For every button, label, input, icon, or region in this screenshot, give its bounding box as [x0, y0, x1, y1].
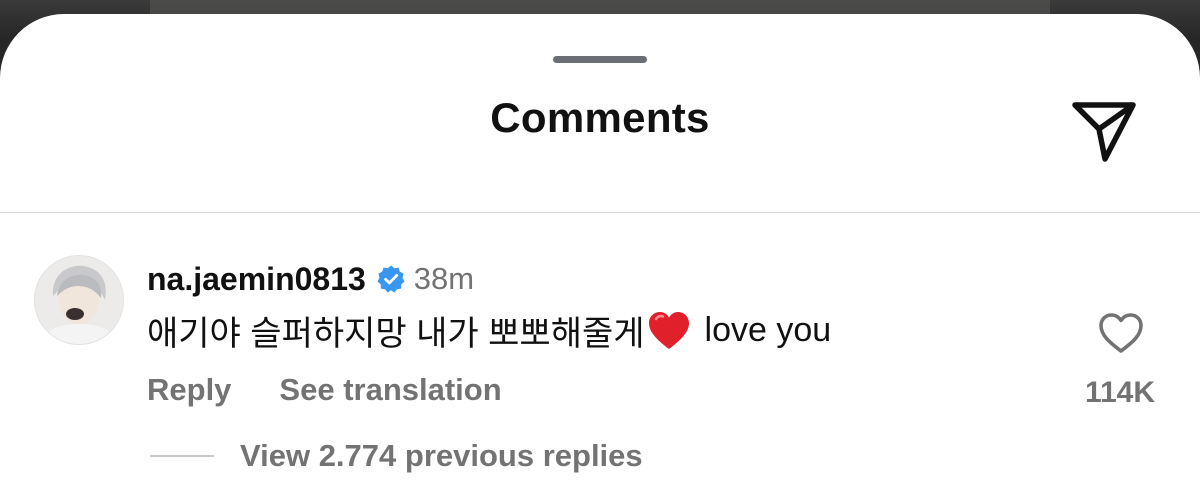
comment-username[interactable]: na.jaemin0813 [147, 261, 366, 298]
share-button[interactable] [1068, 96, 1140, 168]
comment-body: 애기야 슬퍼하지망 내가 뽀뽀해줄게 love you [147, 306, 831, 355]
reply-button[interactable]: Reply [147, 372, 231, 408]
see-translation-button[interactable]: See translation [279, 372, 501, 408]
sheet-grabber-handle[interactable] [553, 56, 647, 63]
comment-text-english: love you [704, 311, 832, 349]
header-divider [0, 212, 1200, 213]
view-previous-replies-button[interactable]: View 2.774 previous replies [150, 438, 643, 474]
comments-sheet: Comments na.jaemin0813 38m 애기야 슬퍼하지망 내가 … [0, 14, 1200, 485]
comment-header: na.jaemin0813 38m [147, 260, 474, 298]
sheet-title: Comments [490, 94, 710, 141]
avatar-portrait [35, 256, 123, 344]
paper-plane-icon [1072, 102, 1136, 162]
verified-badge-icon [377, 265, 405, 293]
like-count: 114K [1084, 376, 1156, 409]
comment-text-korean: 애기야 슬퍼하지망 내가 뽀뽀해줄게 [147, 315, 645, 353]
view-replies-label: View 2.774 previous replies [240, 438, 643, 473]
replies-divider-line [150, 455, 214, 457]
like-button[interactable] [1096, 310, 1146, 356]
heart-outline-icon [1099, 313, 1143, 353]
comment-timestamp: 38m [413, 261, 475, 296]
red-heart-emoji [648, 311, 689, 349]
avatar[interactable] [34, 255, 124, 345]
comment-actions: Reply See translation [147, 372, 502, 408]
